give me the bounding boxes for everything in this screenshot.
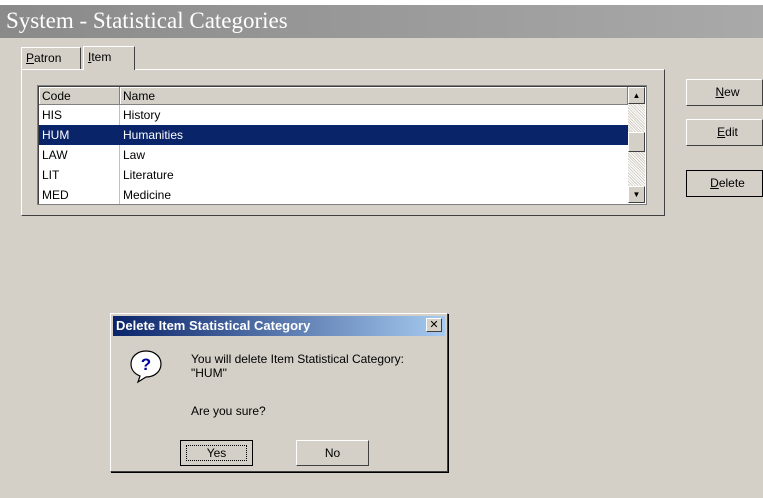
tab-patron[interactable]: Patron — [21, 47, 81, 69]
edit-button[interactable]: Edit — [686, 119, 763, 146]
dialog-question: Are you sure? — [191, 404, 266, 418]
dialog-message: You will delete Item Statistical Categor… — [191, 352, 441, 380]
grid-header: Code Name — [39, 87, 628, 105]
dialog-title: Delete Item Statistical Category — [116, 318, 311, 333]
table-row-selected[interactable]: HUM Humanities — [39, 125, 628, 145]
scroll-down-arrow-icon[interactable]: ▼ — [628, 186, 645, 203]
scroll-up-arrow-icon[interactable]: ▲ — [628, 87, 645, 104]
question-icon: ? — [130, 350, 162, 384]
table-row[interactable]: HIS History — [39, 105, 628, 125]
main-window: System - Statistical Categories Patron I… — [0, 0, 763, 498]
close-icon[interactable]: ✕ — [426, 318, 442, 332]
scroll-thumb[interactable] — [628, 132, 645, 152]
column-header-name[interactable]: Name — [120, 87, 628, 105]
tab-item[interactable]: Item — [83, 46, 135, 70]
table-row[interactable]: LIT Literature — [39, 165, 628, 185]
delete-confirm-dialog: Delete Item Statistical Category ✕ ? You… — [110, 313, 448, 472]
no-button[interactable]: No — [296, 440, 369, 466]
delete-button[interactable]: Delete — [686, 170, 763, 197]
table-row[interactable]: LAW Law — [39, 145, 628, 165]
window-title: System - Statistical Categories — [6, 8, 288, 33]
dialog-message-line1: You will delete Item Statistical Categor… — [191, 352, 404, 366]
svg-text:?: ? — [141, 355, 151, 374]
category-grid[interactable]: Code Name HIS History HUM Humanities LAW La… — [37, 85, 647, 205]
new-button[interactable]: New — [686, 79, 763, 106]
table-row[interactable]: MED Medicine — [39, 185, 628, 204]
tab-panel: Code Name HIS History HUM Humanities LAW La… — [21, 69, 665, 216]
window-titlebar[interactable]: System - Statistical Categories — [0, 5, 763, 38]
vertical-scrollbar[interactable]: ▲ ▼ — [628, 87, 645, 203]
dialog-message-line2: "HUM" — [191, 366, 227, 380]
yes-button[interactable]: Yes — [180, 440, 253, 466]
grid-rows: HIS History HUM Humanities LAW Law LIT Liter… — [39, 105, 628, 204]
column-header-code[interactable]: Code — [39, 87, 120, 105]
dialog-titlebar[interactable]: Delete Item Statistical Category ✕ — [113, 316, 445, 336]
